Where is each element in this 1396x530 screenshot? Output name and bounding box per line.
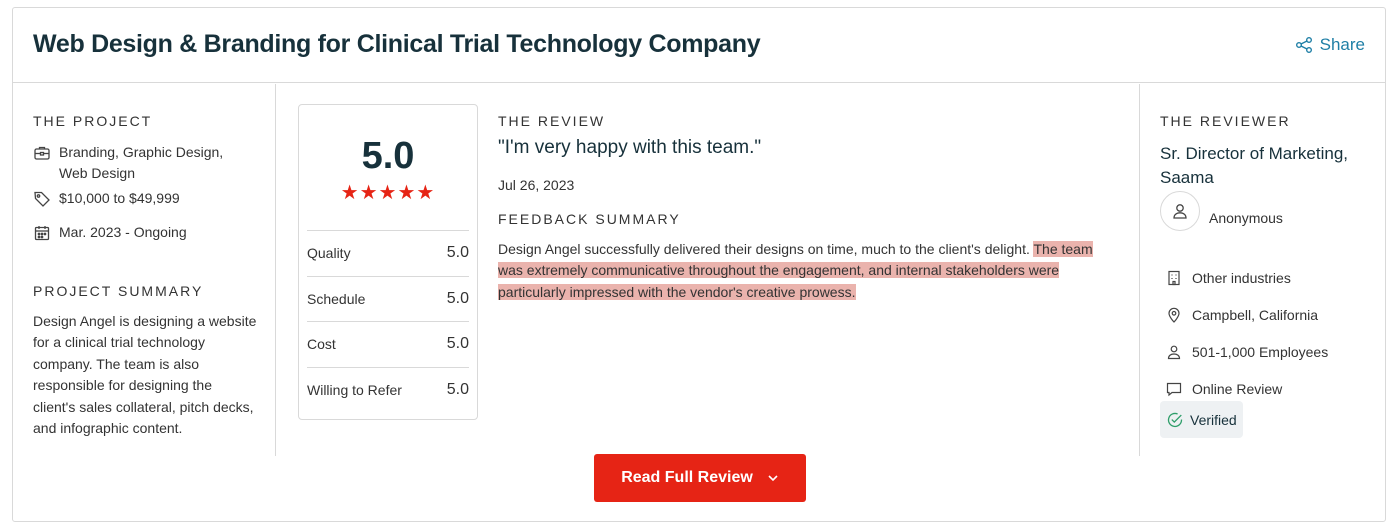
share-button[interactable]: Share: [1295, 35, 1365, 55]
project-section-label: THE PROJECT: [33, 113, 153, 129]
project-budget-text: $10,000 to $49,999: [59, 190, 180, 206]
reviewer-industry-text: Other industries: [1192, 270, 1291, 286]
metric-row-cost: Cost 5.0: [307, 321, 469, 367]
metric-value: 5.0: [446, 244, 469, 262]
share-icon: [1295, 37, 1312, 53]
user-icon: [1173, 204, 1187, 219]
project-summary-text: Design Angel is designing a website for …: [33, 313, 257, 437]
metric-label: Schedule: [307, 290, 366, 307]
feedback-summary-text: Design Angel successfully delivered thei…: [498, 239, 1118, 303]
metric-value: 5.0: [446, 335, 469, 353]
rating-box: 5.0 ★★★★★ Quality 5.0 Schedule 5.0 Cost …: [298, 104, 478, 420]
metric-label: Willing to Refer: [307, 381, 402, 398]
reviewer-name: Anonymous: [1209, 210, 1283, 226]
metric-value: 5.0: [446, 289, 469, 307]
reviewer-review-type-text: Online Review: [1192, 381, 1283, 397]
project-summary-label: PROJECT SUMMARY: [33, 283, 204, 299]
chat-bubble-icon: [1166, 382, 1182, 397]
read-full-review-label: Read Full Review: [621, 469, 753, 486]
metric-row-quality: Quality 5.0: [307, 230, 469, 276]
project-column: THE PROJECT Branding, Graphic Design, We…: [13, 84, 276, 456]
reviewer-section-label: THE REVIEWER: [1160, 113, 1291, 129]
metric-row-schedule: Schedule 5.0: [307, 275, 469, 322]
chevron-down-icon: [768, 475, 778, 482]
star-rating: ★★★★★: [340, 182, 436, 204]
metric-label: Quality: [307, 245, 351, 262]
card-header: Web Design & Branding for Clinical Trial…: [13, 8, 1385, 83]
verified-badge: Verified: [1160, 401, 1243, 438]
project-timeline: Mar. 2023 - Ongoing: [33, 222, 187, 243]
building-icon: [1168, 270, 1180, 286]
tag-icon: [34, 191, 50, 207]
metric-label: Cost: [307, 336, 336, 353]
project-timeline-text: Mar. 2023 - Ongoing: [59, 224, 187, 240]
project-budget: $10,000 to $49,999: [33, 188, 180, 209]
review-card: Web Design & Branding for Clinical Trial…: [12, 7, 1386, 522]
reviewer-company-size-text: 501-1,000 Employees: [1192, 344, 1329, 360]
calendar-icon: [34, 226, 50, 241]
check-circle-icon: [1167, 412, 1183, 427]
project-services-text: Branding, Graphic Design, Web Design: [59, 144, 224, 181]
verified-label: Verified: [1190, 411, 1237, 428]
reviewer-location-text: Campbell, California: [1192, 307, 1319, 323]
briefcase-icon: [34, 146, 50, 160]
reviewer-company-size: 501-1,000 Employees: [1166, 344, 1328, 360]
review-column: 5.0 ★★★★★ Quality 5.0 Schedule 5.0 Cost …: [277, 84, 1139, 456]
overall-score: 5.0: [361, 135, 415, 177]
reviewer-industry: Other industries: [1166, 270, 1291, 286]
feedback-plain-text: Design Angel successfully delivered thei…: [498, 241, 1034, 257]
reviewer-column: THE REVIEWER Sr. Director of Marketing, …: [1139, 84, 1385, 456]
person-icon: [1167, 345, 1181, 360]
reviewer-review-type: Online Review: [1166, 381, 1282, 397]
reviewer-role: Sr. Director of Marketing, Saama: [1160, 144, 1349, 187]
metric-row-willing-to-refer: Willing to Refer 5.0: [307, 366, 469, 413]
location-pin-icon: [1168, 307, 1180, 323]
share-label: Share: [1319, 35, 1365, 54]
feedback-summary-label: FEEDBACK SUMMARY: [498, 211, 681, 227]
metric-value: 5.0: [446, 380, 469, 398]
project-services: Branding, Graphic Design, Web Design: [33, 142, 243, 184]
review-title: Web Design & Branding for Clinical Trial…: [33, 30, 761, 58]
avatar: [1160, 191, 1200, 231]
review-section-label: THE REVIEW: [498, 113, 606, 129]
read-full-review-button[interactable]: Read Full Review: [594, 454, 806, 502]
review-date: Jul 26, 2023: [498, 177, 575, 193]
reviewer-location: Campbell, California: [1166, 307, 1318, 323]
review-quote: "I'm very happy with this team.": [498, 137, 762, 158]
